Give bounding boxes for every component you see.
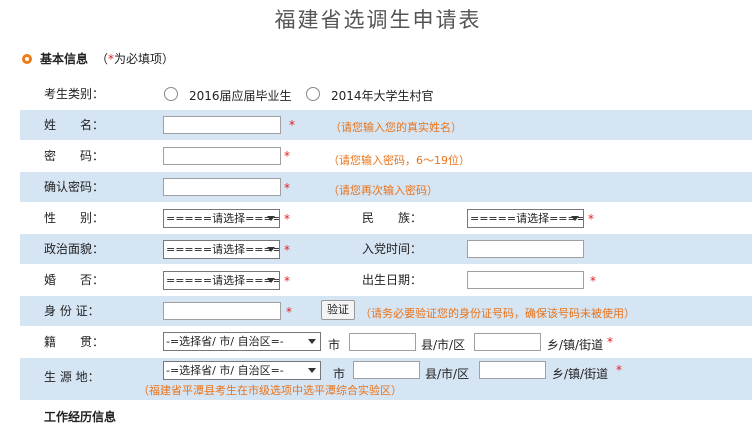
native-place-required-mark: * bbox=[607, 335, 613, 349]
native-town-suffix: 乡/镇/街道 bbox=[547, 338, 604, 352]
row-origin-place: 生 源 地： -=选择省/ 市/ 自治区=- 市 县/市/区 乡/镇/街道 * … bbox=[20, 358, 752, 400]
ethnicity-label: 民 族： bbox=[362, 211, 423, 225]
chevron-down-icon bbox=[267, 278, 275, 283]
next-section-title-partial: 工作经历信息 bbox=[44, 410, 117, 424]
origin-city-suffix: 市 bbox=[333, 367, 346, 381]
candidate-type-label: 考生类别： bbox=[44, 87, 105, 101]
native-city-suffix: 市 bbox=[328, 338, 341, 352]
native-county-suffix: 县/市/区 bbox=[421, 338, 466, 352]
password-hint: （请您输入密码，6～19位） bbox=[328, 154, 470, 167]
chevron-down-icon bbox=[308, 368, 316, 373]
section-note: （*为必填项） bbox=[96, 52, 175, 66]
id-card-label: 身 份 证： bbox=[44, 304, 100, 318]
confirm-password-hint: （请您再次输入密码） bbox=[328, 184, 438, 197]
id-card-required-mark: * bbox=[286, 305, 292, 319]
section-title: 基本信息 bbox=[40, 52, 89, 66]
confirm-password-required-mark: * bbox=[284, 181, 290, 195]
birth-date-required-mark: * bbox=[590, 274, 596, 288]
party-join-date-label: 入党时间： bbox=[362, 242, 423, 256]
row-password: 密 码： * （请您输入密码，6～19位） bbox=[20, 141, 752, 171]
name-input[interactable] bbox=[163, 116, 281, 134]
native-city-input[interactable] bbox=[349, 333, 416, 351]
birth-date-label: 出生日期： bbox=[362, 273, 423, 287]
origin-county-input[interactable] bbox=[479, 361, 546, 379]
birth-date-input[interactable] bbox=[467, 271, 584, 289]
row-name: 姓 名： * （请您输入您的真实姓名） bbox=[20, 110, 752, 140]
marital-status-required-mark: * bbox=[284, 274, 290, 288]
row-marital-birth: 婚 否： =====请选择==== * 出生日期： * bbox=[20, 265, 752, 295]
origin-province-select[interactable]: -=选择省/ 市/ 自治区=- bbox=[163, 361, 321, 380]
origin-county-suffix: 县/市/区 bbox=[425, 367, 470, 381]
origin-place-label: 生 源 地： bbox=[44, 370, 100, 384]
political-status-label: 政治面貌： bbox=[44, 242, 105, 256]
name-label: 姓 名： bbox=[44, 118, 105, 132]
gender-label: 性 别： bbox=[44, 211, 105, 225]
row-candidate-type: 考生类别： 2016届应届毕业生 2014年大学生村官 bbox=[20, 79, 752, 109]
marital-status-select[interactable]: =====请选择==== bbox=[163, 271, 280, 290]
native-county-input[interactable] bbox=[474, 333, 541, 351]
chevron-down-icon bbox=[571, 216, 579, 221]
origin-city-input[interactable] bbox=[353, 361, 420, 379]
row-political-status: 政治面貌： =====请选择==== * 入党时间： bbox=[20, 234, 752, 264]
political-status-required-mark: * bbox=[284, 243, 290, 257]
chevron-down-icon bbox=[267, 247, 275, 252]
id-card-input[interactable] bbox=[163, 302, 281, 320]
origin-town-suffix: 乡/镇/街道 bbox=[552, 367, 609, 381]
section-bullet-icon bbox=[22, 53, 32, 64]
radio-2014-village-official-label: 2014年大学生村官 bbox=[331, 89, 434, 103]
password-input[interactable] bbox=[163, 147, 281, 165]
password-label: 密 码： bbox=[44, 149, 105, 163]
confirm-password-input[interactable] bbox=[163, 178, 281, 196]
name-hint: （请您输入您的真实姓名） bbox=[330, 121, 462, 134]
row-native-place: 籍 贯： -=选择省/ 市/ 自治区=- 市 县/市/区 乡/镇/街道 * bbox=[20, 327, 752, 357]
radio-2014-village-official[interactable] bbox=[306, 87, 320, 101]
page-title: 福建省选调生申请表 bbox=[274, 8, 482, 32]
ethnicity-select[interactable]: =====请选择==== bbox=[467, 209, 584, 228]
chevron-down-icon bbox=[308, 339, 316, 344]
password-required-mark: * bbox=[284, 149, 290, 163]
radio-2016-graduate-label: 2016届应届毕业生 bbox=[189, 89, 292, 103]
row-id-card: 身 份 证： * 验证 （请务必要验证您的身份证号码，确保该号码未被使用） bbox=[20, 296, 752, 326]
id-card-hint: （请务必要验证您的身份证号码，确保该号码未被使用） bbox=[360, 307, 635, 320]
radio-2016-graduate[interactable] bbox=[164, 87, 178, 101]
name-required-mark: * bbox=[289, 118, 295, 132]
origin-place-hint: （福建省平潭县考生在市级选项中选平潭综合实验区） bbox=[138, 384, 402, 397]
origin-place-required-mark: * bbox=[616, 363, 622, 377]
gender-required-mark: * bbox=[284, 212, 290, 226]
verify-button[interactable]: 验证 bbox=[321, 300, 355, 320]
row-confirm-password: 确认密码： * （请您再次输入密码） bbox=[20, 172, 752, 202]
confirm-password-label: 确认密码： bbox=[44, 180, 105, 194]
native-province-select[interactable]: -=选择省/ 市/ 自治区=- bbox=[163, 332, 321, 351]
chevron-down-icon bbox=[267, 216, 275, 221]
marital-status-label: 婚 否： bbox=[44, 273, 105, 287]
native-place-label: 籍 贯： bbox=[44, 335, 105, 349]
section-header-basic-info: 基本信息 （*为必填项） bbox=[22, 50, 174, 67]
row-gender-ethnicity: 性 别： =====请选择==== * 民 族： =====请选择==== * bbox=[20, 203, 752, 233]
political-status-select[interactable]: =====请选择==== bbox=[163, 240, 280, 259]
gender-select[interactable]: =====请选择==== bbox=[163, 209, 280, 228]
ethnicity-required-mark: * bbox=[588, 212, 594, 226]
party-join-date-input[interactable] bbox=[467, 240, 584, 258]
